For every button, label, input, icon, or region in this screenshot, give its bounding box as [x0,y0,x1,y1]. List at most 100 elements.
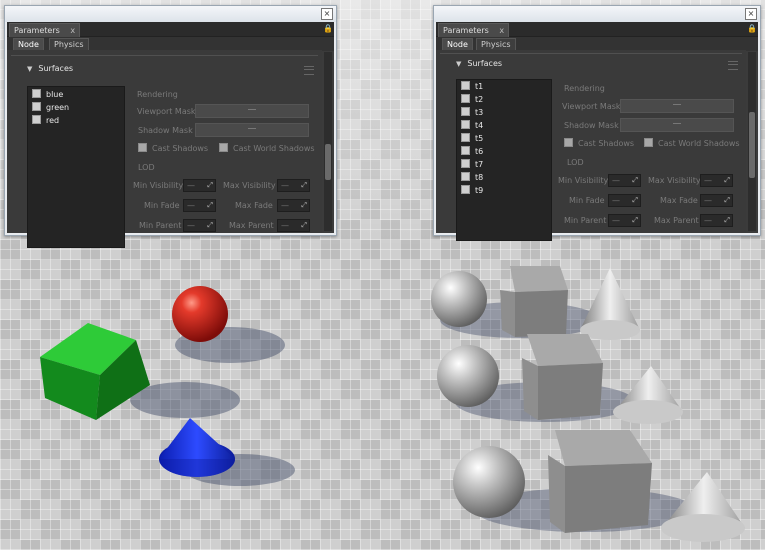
checkbox-box[interactable] [564,138,573,147]
cast-shadows-checkbox[interactable]: Cast Shadows [564,138,634,148]
max-visibility-spinbox[interactable]: — ⤢ [700,174,733,187]
max-parent-spinbox[interactable]: — ⤢ [277,219,310,232]
surfaces-section-header[interactable]: ▼ Surfaces [456,59,502,68]
panel-content: ▼ Surfaces t1 t2 t3 t4 t5 t6 t7 t8 t9 Ren… [436,50,746,241]
checkbox-box[interactable] [219,143,228,152]
tab-parameters[interactable]: Parameters x [438,23,510,37]
max-parent-spinbox[interactable]: — ⤢ [700,214,733,227]
list-item[interactable]: red [32,115,59,127]
divider [440,53,742,54]
surface-name: t9 [475,186,484,195]
min-visibility-label: Min Visibility [133,181,184,190]
max-fade-spinbox[interactable]: — ⤢ [277,199,310,212]
expand-arrows-icon[interactable]: ⤢ [207,220,213,231]
expand-arrows-icon[interactable]: ⤢ [724,195,730,206]
list-item[interactable]: t3 [461,107,483,119]
scrollbar-thumb[interactable] [749,112,755,178]
collapse-triangle-icon[interactable]: ▼ [27,65,32,73]
checkbox[interactable] [461,159,470,168]
expand-arrows-icon[interactable]: ⤢ [207,200,213,211]
expand-arrows-icon[interactable]: ⤢ [724,175,730,186]
menu-icon[interactable] [304,66,314,75]
window-titlebar[interactable]: × [5,6,336,22]
spin-value: — [612,176,620,185]
expand-arrows-icon[interactable]: ⤢ [301,180,307,191]
checkbox[interactable] [461,185,470,194]
viewport-mask-field[interactable] [195,104,309,118]
checkbox[interactable] [461,133,470,142]
tab-close-icon[interactable]: x [499,26,504,35]
viewport-mask-field[interactable] [620,99,734,113]
checkbox[interactable] [32,115,41,124]
list-item[interactable]: t8 [461,172,483,184]
menu-icon[interactable] [728,61,738,70]
surfaces-list[interactable]: blue green red [27,86,125,248]
expand-arrows-icon[interactable]: ⤢ [724,215,730,226]
tab-close-icon[interactable]: x [70,26,75,35]
parameters-window-right[interactable]: × Parameters x 🔒 Node Physics ▼ Surfaces … [433,5,761,241]
checkbox[interactable] [461,146,470,155]
lock-icon[interactable]: 🔒 [323,24,333,33]
surfaces-section-header[interactable]: ▼ Surfaces [27,64,73,73]
min-fade-spinbox[interactable]: — ⤢ [608,194,641,207]
checkbox[interactable] [461,81,470,90]
spin-value: — [281,201,289,210]
checkbox[interactable] [32,89,41,98]
parameters-window-left[interactable]: × Parameters x 🔒 Node Physics ▼ Surfaces … [4,5,337,248]
cast-world-shadows-checkbox[interactable]: Cast World Shadows [644,138,740,148]
checkbox[interactable] [461,107,470,116]
checkbox[interactable] [32,102,41,111]
list-item[interactable]: t4 [461,120,483,132]
list-item[interactable]: t2 [461,94,483,106]
scrollbar[interactable] [324,52,332,231]
cast-world-shadows-label: Cast World Shadows [658,139,740,148]
surface-name: t1 [475,82,484,91]
list-item[interactable]: blue [32,89,63,101]
expand-arrows-icon[interactable]: ⤢ [301,220,307,231]
list-item[interactable]: t5 [461,133,483,145]
surfaces-list[interactable]: t1 t2 t3 t4 t5 t6 t7 t8 t9 [456,79,552,241]
expand-arrows-icon[interactable]: ⤢ [632,175,638,186]
min-visibility-spinbox[interactable]: — ⤢ [608,174,641,187]
shadow [130,382,240,418]
max-fade-spinbox[interactable]: — ⤢ [700,194,733,207]
scrollbar[interactable] [748,52,756,231]
tab-parameters[interactable]: Parameters x [9,23,81,37]
scrollbar-thumb[interactable] [325,144,331,180]
min-parent-label: Min Parent [564,216,607,225]
checkbox[interactable] [461,120,470,129]
close-window-icon[interactable]: × [321,8,333,20]
surface-name: red [46,116,60,125]
list-item[interactable]: t1 [461,81,483,93]
expand-arrows-icon[interactable]: ⤢ [632,215,638,226]
collapse-triangle-icon[interactable]: ▼ [456,60,461,68]
min-visibility-spinbox[interactable]: — ⤢ [183,179,216,192]
list-item[interactable]: t9 [461,185,483,197]
max-visibility-spinbox[interactable]: — ⤢ [277,179,310,192]
min-parent-spinbox[interactable]: — ⤢ [183,219,216,232]
expand-arrows-icon[interactable]: ⤢ [301,200,307,211]
lock-icon[interactable]: 🔒 [747,24,757,33]
surface-name: t3 [475,108,484,117]
shadow-mask-field[interactable] [195,123,309,137]
checkbox[interactable] [461,172,470,181]
cast-shadows-checkbox[interactable]: Cast Shadows [138,143,208,153]
spin-value: — [704,176,712,185]
list-item[interactable]: t6 [461,146,483,158]
window-titlebar[interactable]: × [434,6,760,22]
max-fade-label: Max Fade [235,201,273,210]
cast-world-shadows-checkbox[interactable]: Cast World Shadows [219,143,315,153]
checkbox-box[interactable] [138,143,147,152]
surface-name: t8 [475,173,484,182]
min-parent-spinbox[interactable]: — ⤢ [608,214,641,227]
list-item[interactable]: green [32,102,69,114]
divider [11,55,318,56]
list-item[interactable]: t7 [461,159,483,171]
expand-arrows-icon[interactable]: ⤢ [632,195,638,206]
min-fade-spinbox[interactable]: — ⤢ [183,199,216,212]
shadow-mask-field[interactable] [620,118,734,132]
close-window-icon[interactable]: × [745,8,757,20]
checkbox-box[interactable] [644,138,653,147]
expand-arrows-icon[interactable]: ⤢ [207,180,213,191]
checkbox[interactable] [461,94,470,103]
